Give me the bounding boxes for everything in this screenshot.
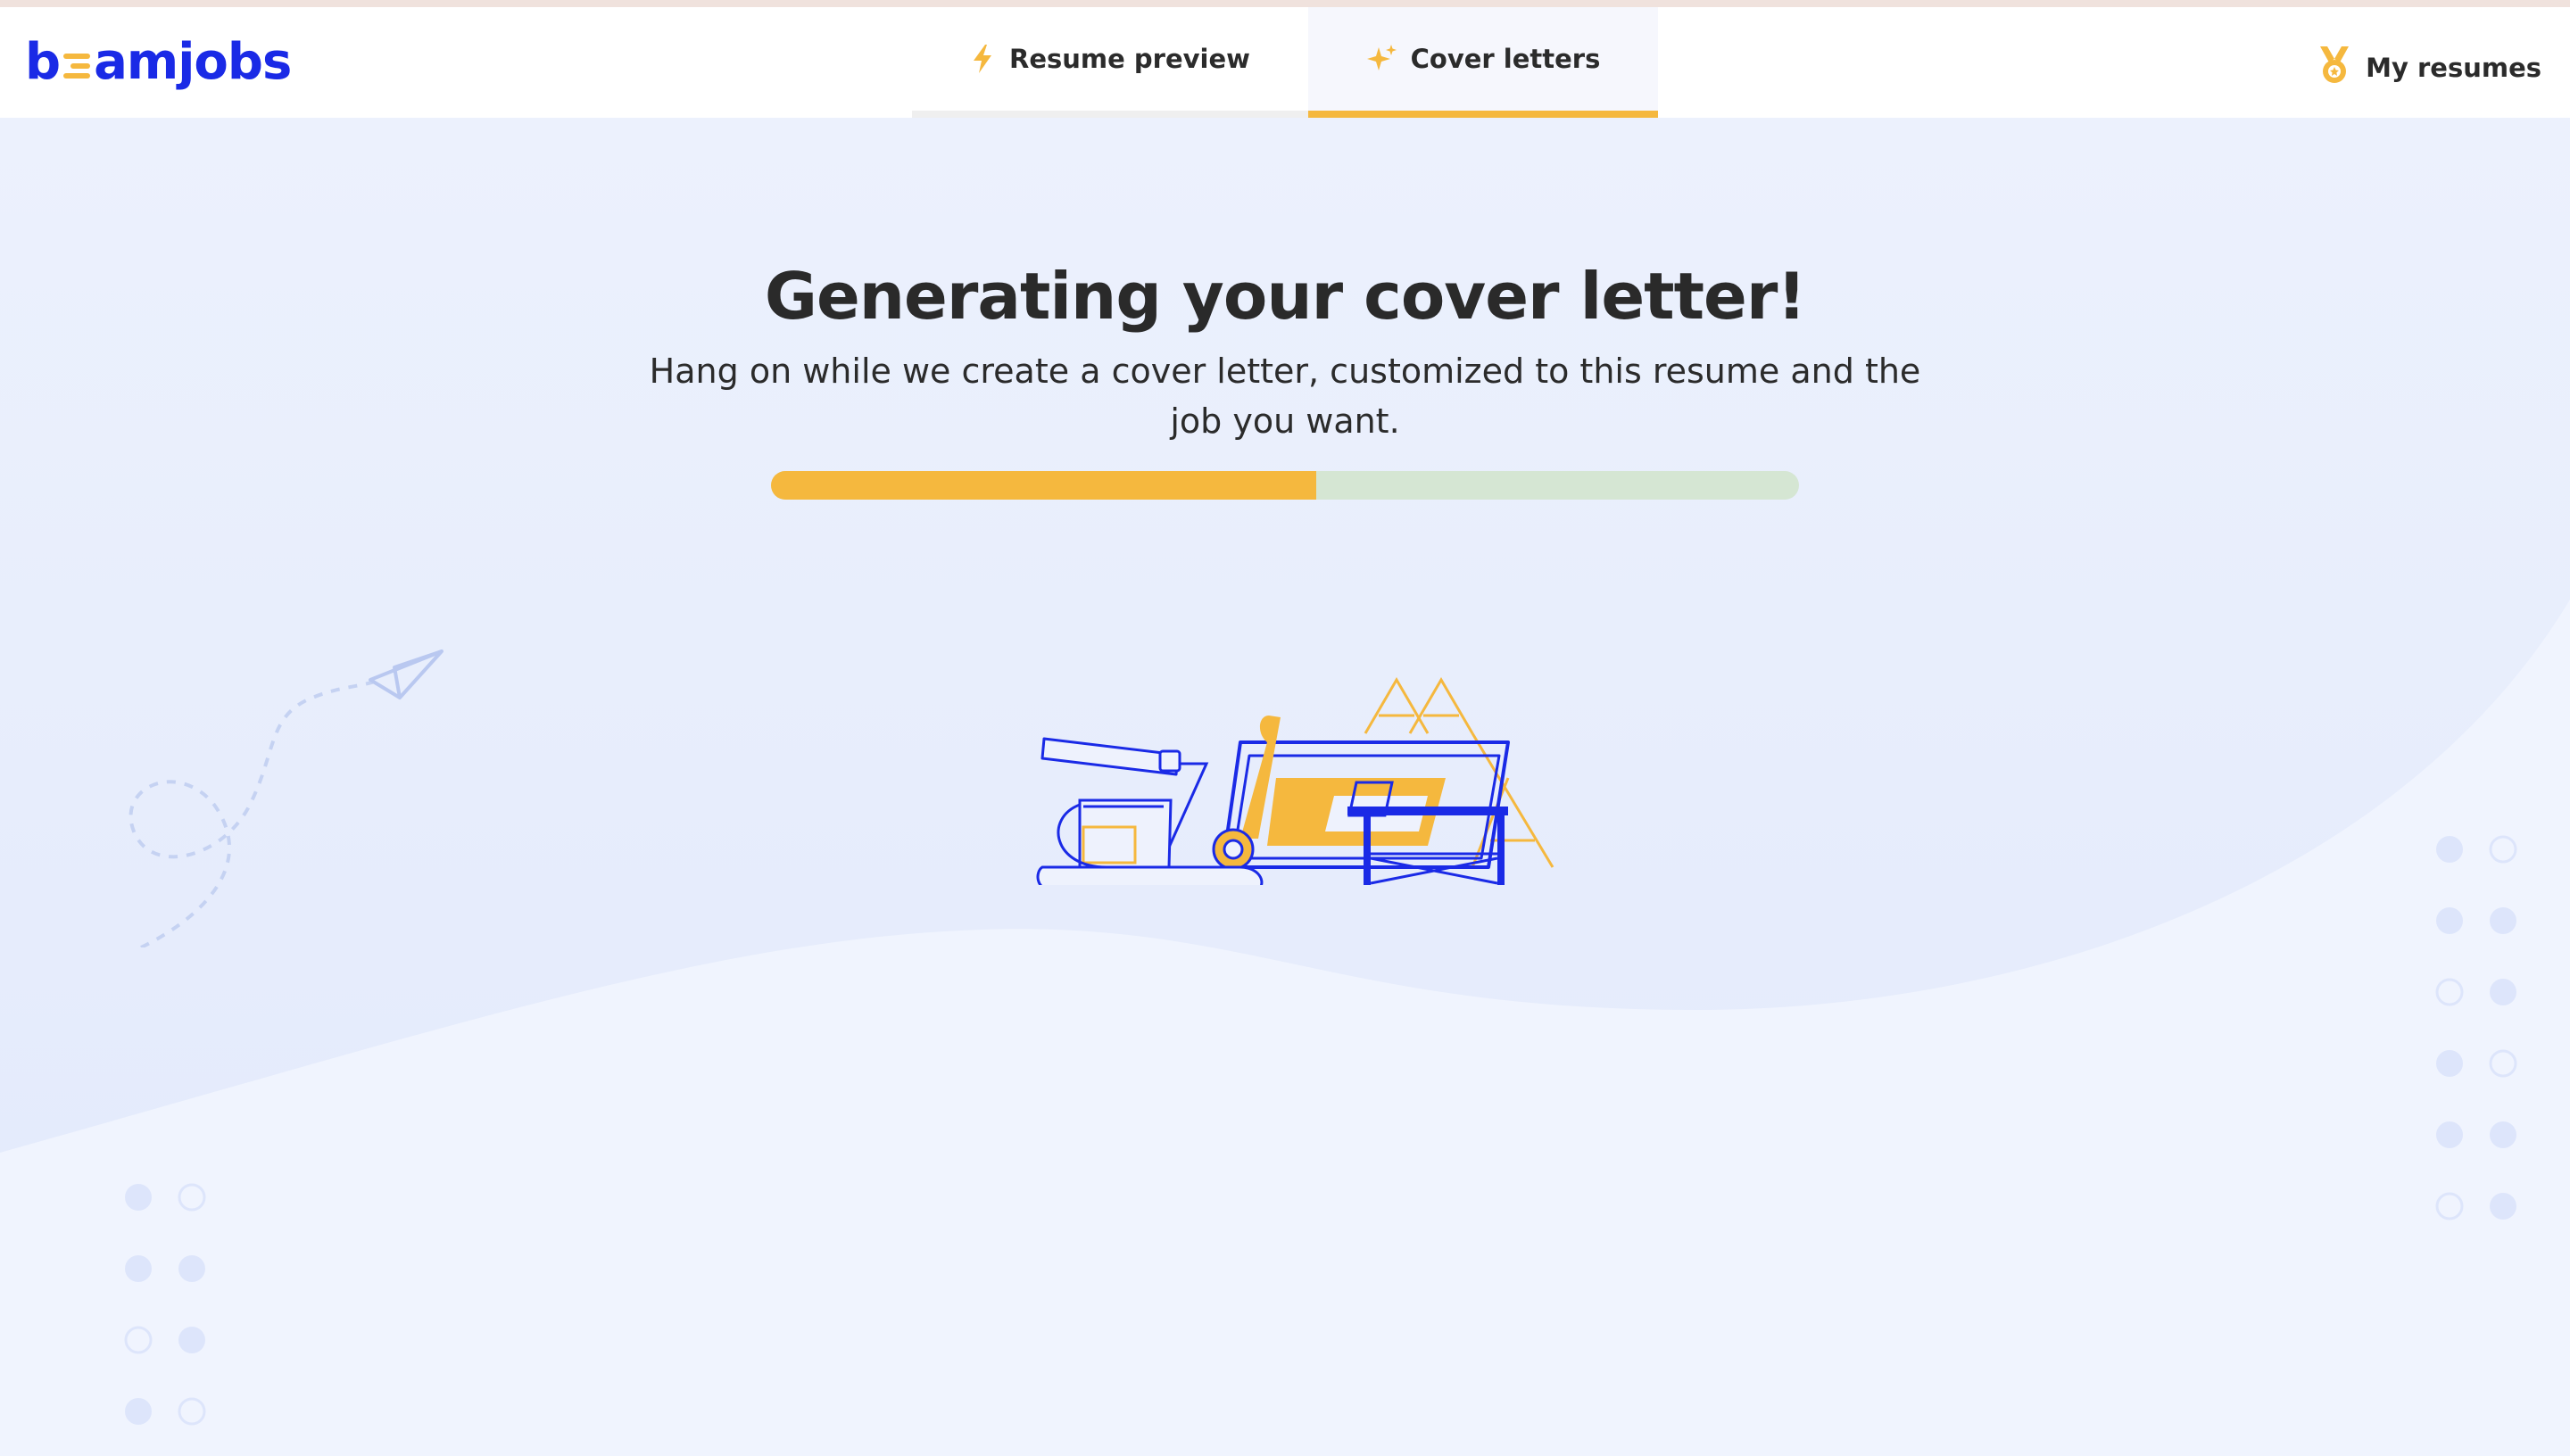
main-content: Generating your cover letter! Hang on wh… [0, 118, 2570, 1456]
page-subtitle: Hang on while we create a cover letter, … [649, 352, 1921, 441]
tab-resume-preview[interactable]: Resume preview [912, 7, 1308, 118]
progress-bar [771, 471, 1799, 500]
tab-cover-letters[interactable]: Cover letters [1308, 7, 1658, 118]
tab-cover-letters-label: Cover letters [1410, 44, 1601, 74]
logo-text-end: amjobs [94, 32, 292, 91]
medal-icon [2317, 46, 2351, 91]
logo-text-start: b [25, 32, 61, 91]
my-resumes-link[interactable]: My resumes [2317, 43, 2541, 93]
logo-beam-icon [63, 54, 91, 79]
top-nav-bar: b amjobs Resume preview Cover letters My… [0, 7, 2570, 118]
my-resumes-label: My resumes [2366, 53, 2541, 83]
sparkle-icon [1366, 44, 1397, 74]
dot-pattern-right [2435, 835, 2517, 1220]
dot-pattern-left [124, 1183, 206, 1426]
window-top-border [0, 0, 2570, 7]
beamjobs-logo[interactable]: b amjobs [25, 30, 292, 93]
tab-resume-preview-label: Resume preview [1009, 44, 1250, 74]
construction-illustration [1036, 677, 1554, 885]
paper-plane-icon [128, 649, 444, 947]
page-title: Generating your cover letter! [764, 259, 1806, 334]
lightning-icon [970, 44, 995, 74]
progress-fill [771, 471, 1316, 500]
